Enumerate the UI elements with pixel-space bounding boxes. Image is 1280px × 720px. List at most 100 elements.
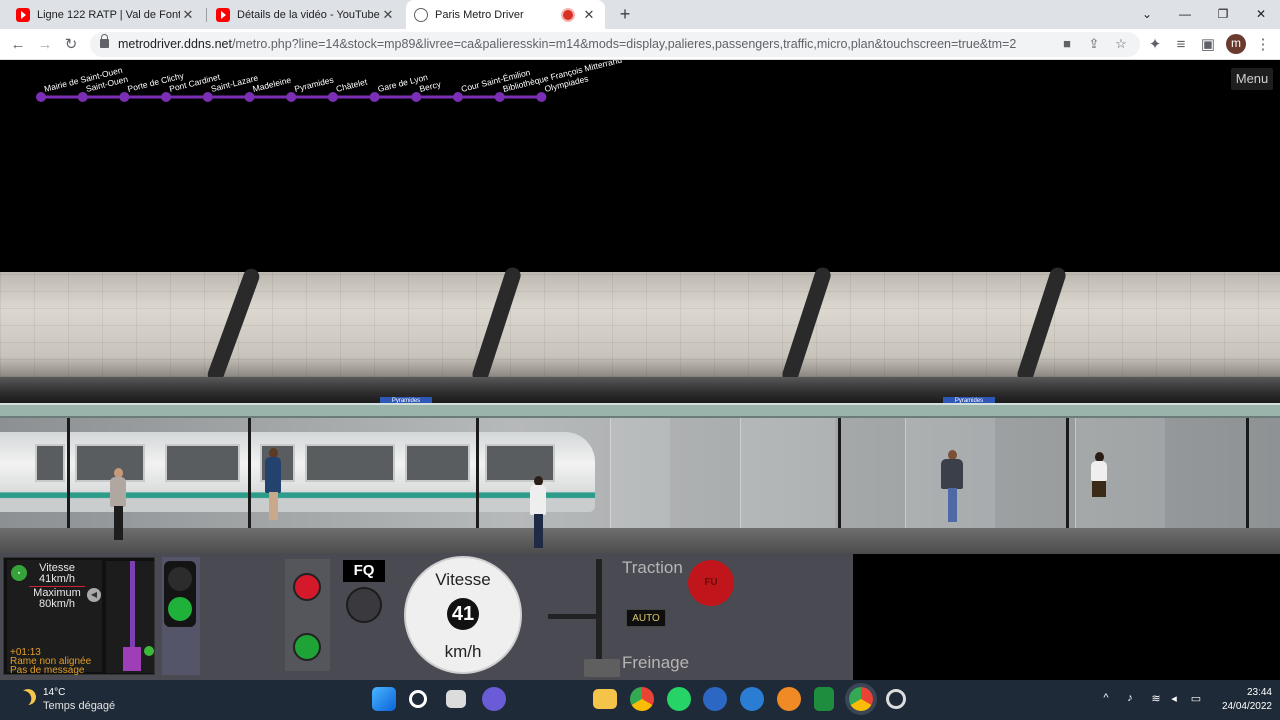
station-label: Pyramides [293,75,334,94]
weather-description: Temps dégagé [43,700,116,712]
lever-base [584,659,620,677]
minimize-button[interactable]: — [1166,0,1204,29]
lock-icon [100,34,109,48]
passenger [941,450,963,525]
task-view-icon[interactable] [446,690,466,708]
tab-search-icon[interactable]: ⌄ [1128,0,1166,29]
sheets-icon[interactable] [814,687,834,711]
emergency-brake-button[interactable]: FU [688,560,734,606]
window-close-button[interactable]: ✕ [1242,0,1280,29]
close-icon[interactable]: ✕ [581,7,597,23]
menu-button[interactable]: Menu [1231,68,1273,90]
bookmark-star-icon[interactable]: ☆ [1112,35,1130,53]
moon-icon [18,687,39,708]
chevron-up-icon[interactable]: ^ [1098,692,1114,704]
tab-strip: Ligne 122 RATP | Val de Fontenay ✕ Détai… [0,0,1280,29]
chrome-icon[interactable] [630,687,654,711]
station-vault [0,272,1280,377]
new-tab-button[interactable]: + [615,4,635,24]
tab-title: Détails de la vidéo - YouTube Studio [237,8,380,21]
metro-app-icon[interactable] [703,687,727,711]
green-button[interactable] [293,633,321,661]
reload-icon[interactable]: ↻ [60,34,82,56]
close-icon[interactable]: ✕ [180,7,196,23]
battery-icon[interactable]: ▭ [1188,692,1204,705]
display-screen: ● Vitesse 41km/h Maximum 80km/h ◀ +01:13… [7,560,102,676]
door-post [1246,418,1249,528]
url-path: /metro.php?line=14&stock=mp89&livree=ca&… [231,37,1017,51]
time: 23:44 [1246,687,1272,698]
camera-icon[interactable]: ■ [1058,35,1076,53]
station-label: Châtelet [335,76,369,94]
record-app-icon[interactable] [886,689,906,709]
windows-start-icon[interactable] [372,687,396,711]
auto-button[interactable]: AUTO [626,609,666,627]
passenger [108,468,128,543]
speedometer-label: Vitesse [435,570,491,589]
red-button[interactable] [293,573,321,601]
train-window [165,444,240,482]
game-viewport[interactable]: Mairie de Saint-Ouen Saint-Ouen Porte de C… [0,60,1280,680]
passenger [263,448,283,523]
globe-icon [414,7,428,22]
fq-label: FQ [343,560,385,582]
wifi-icon[interactable]: ≋ [1148,692,1164,705]
door-post [838,418,841,528]
recording-icon [563,9,573,20]
url-text: metrodriver.ddns.net/metro.php?line=14&s… [118,32,1016,57]
tab-divider [206,8,207,22]
passenger [1090,452,1108,522]
throttle-gauge [106,561,154,673]
door-buttons [285,559,330,671]
platform-floor [0,528,1280,554]
status-led-icon: ● [11,565,27,581]
tab-youtube-studio[interactable]: Détails de la vidéo - YouTube Studio ✕ [208,0,404,29]
traction-brake-lever[interactable] [530,553,620,680]
tab-title: Paris Metro Driver [435,8,524,21]
platform-door-glass [740,418,835,528]
kebab-menu-icon[interactable]: ⋮ [1252,34,1274,56]
close-icon[interactable]: ✕ [380,7,396,23]
passenger [528,476,548,551]
extensions-icon[interactable]: ✦ [1144,34,1166,56]
platform-door-glass [610,418,670,528]
door-post [476,418,479,528]
tab-paris-metro-driver[interactable]: Paris Metro Driver ✕ [406,0,605,29]
lever-handle[interactable] [548,614,600,619]
tab-ligne-122[interactable]: Ligne 122 RATP | Val de Fontenay ✕ [8,0,204,29]
fq-button[interactable] [346,587,382,623]
platform-door-glass [1075,418,1165,528]
station-scene: Pyramides Pyramides [0,265,1280,554]
speedometer-unit: km/h [444,642,482,661]
throttle-knob[interactable] [123,647,141,671]
search-icon[interactable] [409,690,427,708]
signal-lamp-green [168,597,192,621]
profile-avatar[interactable]: m [1226,34,1246,54]
door-post [248,418,251,528]
max-speed-value: 80km/h [38,598,76,610]
share-icon[interactable]: ⇪ [1085,35,1103,53]
cab-signal [164,561,196,627]
whatsapp-icon[interactable] [667,687,691,711]
line-plan: Mairie de Saint-OuenSaint-OuenPorte de C… [36,60,623,102]
maximize-button[interactable]: ❐ [1204,0,1242,29]
teams-chat-icon[interactable] [482,687,506,711]
ceiling-beam [0,377,1280,403]
vlc-icon[interactable] [777,687,801,711]
cab-control-panel: ● Vitesse 41km/h Maximum 80km/h ◀ +01:13… [0,553,853,680]
speaker-icon[interactable]: ◀ [87,588,101,602]
volume-icon[interactable]: ◂ [1166,692,1182,705]
media-queue-icon[interactable]: ≡ [1170,34,1192,56]
back-icon[interactable]: ← [7,34,29,56]
tab-title: Ligne 122 RATP | Val de Fontenay [37,8,180,21]
clock[interactable]: 23:44 24/04/2022 [1212,686,1272,714]
speed-value: 41km/h [38,573,76,585]
edge-icon[interactable] [740,687,764,711]
address-bar[interactable]: metrodriver.ddns.net/metro.php?line=14&s… [90,32,1140,57]
microphone-icon[interactable]: ♪ [1122,692,1138,704]
file-explorer-icon[interactable] [593,689,617,709]
forward-icon[interactable]: → [34,34,56,56]
chrome-profile-icon[interactable] [849,687,873,711]
side-panel-icon[interactable]: ▣ [1197,34,1219,56]
speedometer: Vitesse 41 km/h [404,556,522,674]
